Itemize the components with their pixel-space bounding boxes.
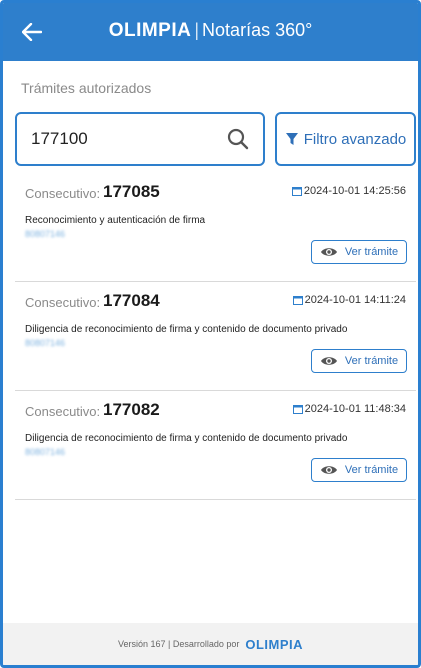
- view-record-label: Ver trámite: [344, 464, 399, 476]
- consecutive-number: 177084: [103, 291, 160, 310]
- app-frame: OLIMPIA | Notarías 360° Trámites autorizad…: [0, 0, 421, 668]
- consecutive-number: 177085: [103, 182, 160, 201]
- app-header: OLIMPIA | Notarías 360°: [3, 3, 418, 61]
- eye-icon: [320, 466, 337, 474]
- record-date-text: 2024-10-01 14:11:24: [304, 294, 406, 306]
- view-record-button[interactable]: Ver trámite: [311, 240, 407, 264]
- eye-icon: [320, 357, 337, 365]
- footer-olimpia-logo[interactable]: OLIMPIA: [245, 637, 303, 652]
- product-name: Notarías 360°: [202, 20, 313, 40]
- footer-version-text: Versión 167 | Desarrollado por: [117, 639, 240, 649]
- calendar-icon: [292, 405, 303, 414]
- consecutive-label: Consecutivo:: [25, 295, 101, 310]
- record-description: Diligencia de reconocimiento de firma y …: [25, 433, 348, 444]
- filter-icon: [285, 133, 298, 145]
- consecutive-label: Consecutivo:: [25, 186, 101, 201]
- section-title: Trámites autorizados: [21, 80, 152, 96]
- brand-separator: |: [194, 20, 200, 40]
- search-icon[interactable]: [227, 128, 249, 150]
- eye-icon: [320, 248, 337, 256]
- search-input[interactable]: 177100: [15, 112, 265, 166]
- search-input-value[interactable]: 177100: [31, 129, 227, 149]
- advanced-filter-label: Filtro avanzado: [303, 130, 407, 148]
- record-date: 2024-10-01 11:48:34: [292, 403, 406, 415]
- advanced-filter-button[interactable]: Filtro avanzado: [275, 112, 416, 166]
- record-redacted-id: 80807146: [25, 338, 66, 348]
- calendar-icon: [292, 296, 303, 305]
- view-record-label: Ver trámite: [344, 355, 399, 367]
- app-footer: Versión 167 | Desarrollado por OLIMPIA: [3, 623, 418, 665]
- record-redacted-id: 80807146: [25, 229, 66, 239]
- record-card: Consecutivo: 177082 2024-10-01 11:48:34 …: [15, 396, 416, 500]
- calendar-icon: [291, 187, 302, 196]
- record-date: 2024-10-01 14:25:56: [291, 185, 406, 197]
- olimpia-logo: OLIMPIA: [108, 20, 192, 41]
- consecutive-number: 177082: [103, 400, 160, 419]
- record-date-text: 2024-10-01 14:25:56: [303, 185, 406, 197]
- record-description: Reconocimiento y autenticación de firma: [25, 215, 206, 226]
- consecutive-label: Consecutivo:: [25, 404, 101, 419]
- record-card: Consecutivo: 177085 2024-10-01 14:25:56 …: [15, 178, 416, 282]
- view-record-label: Ver trámite: [344, 246, 399, 258]
- brand-title: OLIMPIA | Notarías 360°: [3, 17, 418, 44]
- record-redacted-id: 80807146: [25, 447, 66, 457]
- record-description: Diligencia de reconocimiento de firma y …: [25, 324, 348, 335]
- view-record-button[interactable]: Ver trámite: [311, 458, 407, 482]
- view-record-button[interactable]: Ver trámite: [311, 349, 407, 373]
- record-date-text: 2024-10-01 11:48:34: [304, 403, 406, 415]
- record-card: Consecutivo: 177084 2024-10-01 14:11:24 …: [15, 287, 416, 391]
- record-date: 2024-10-01 14:11:24: [292, 294, 406, 306]
